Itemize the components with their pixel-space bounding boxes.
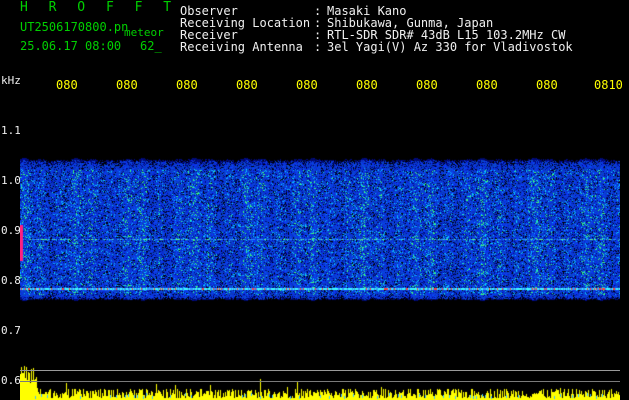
info-separator: : [314, 40, 322, 54]
y-tick-label: 0.7 [1, 324, 21, 337]
datetime-readout: 25.06.17 08:00 [20, 39, 122, 53]
y-tick-label: 0.9 [1, 224, 21, 237]
y-tick-label: 1.0 [1, 174, 21, 187]
y-tick-label: 0.6 [1, 374, 21, 387]
x-tick-label: 080 [116, 78, 138, 92]
x-tick-label: 080 [176, 78, 198, 92]
meteor-count: 62_ [140, 39, 162, 53]
filename: UT2506170800.pn [20, 20, 129, 34]
spectrogram-plot [20, 100, 620, 400]
x-tick-label: 080 [296, 78, 318, 92]
count-threshold-line [20, 381, 620, 382]
program-title: H R O F F T [20, 0, 178, 15]
x-tick-label: 080 [476, 78, 498, 92]
y-axis-unit: kHz [1, 74, 21, 87]
x-tick-label: 0810 [594, 78, 623, 92]
x-tick-label: 080 [536, 78, 558, 92]
y-tick-label: 1.1 [1, 124, 21, 137]
spectrogram-waterfall [20, 100, 620, 400]
filename-suffix: meteor [124, 26, 164, 39]
hrofft-window: H R O F F T UT2506170800.pn meteor 25.06… [0, 0, 629, 400]
count-baseline-line [20, 370, 620, 371]
y-tick-label: 0.8 [1, 274, 21, 287]
info-value-antenna: 3el Yagi(V) Az 330 for Vladivostok [327, 40, 573, 54]
x-tick-label: 080 [416, 78, 438, 92]
x-tick-label: 080 [356, 78, 378, 92]
x-tick-label: 080 [56, 78, 78, 92]
info-label-antenna: Receiving Antenna [180, 40, 303, 54]
x-tick-label: 080 [236, 78, 258, 92]
